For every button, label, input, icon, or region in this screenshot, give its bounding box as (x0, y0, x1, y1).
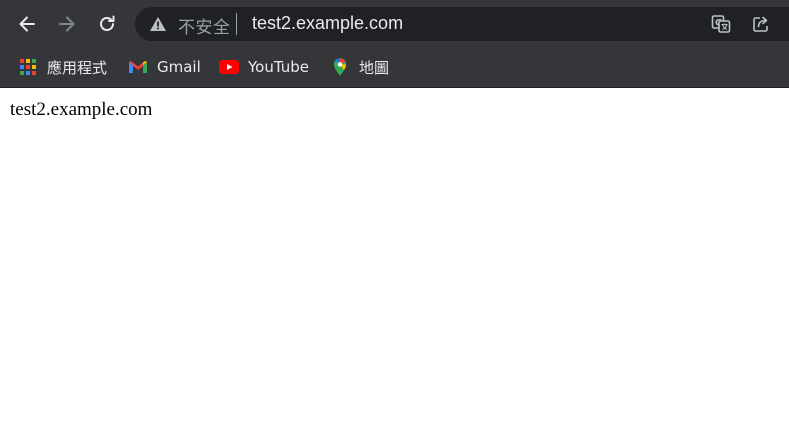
youtube-icon (219, 57, 239, 77)
browser-toolbar: 不安全 test2.example.com G (0, 0, 789, 48)
bookmark-label: 地圖 (359, 58, 390, 77)
bookmark-youtube[interactable]: YouTube (219, 54, 309, 80)
reload-button[interactable] (92, 9, 122, 39)
translate-icon: G (711, 15, 731, 33)
bookmarks-bar: 應用程式 Gmail YouTube 地圖 (0, 48, 789, 88)
translate-button[interactable]: G (711, 14, 731, 34)
bookmark-label: YouTube (248, 58, 309, 76)
address-bar[interactable]: 不安全 test2.example.com G (135, 7, 789, 41)
reload-icon (100, 15, 115, 31)
bookmark-gmail[interactable]: Gmail (128, 54, 201, 80)
share-button[interactable] (751, 14, 771, 34)
warning-icon[interactable] (149, 16, 167, 32)
security-status-text[interactable]: 不安全 (178, 13, 231, 38)
apps-grid-icon (18, 57, 38, 77)
forward-arrow-icon (59, 16, 75, 32)
share-icon (753, 16, 768, 32)
back-button[interactable] (12, 9, 42, 39)
page-body-text: test2.example.com (10, 99, 153, 120)
gmail-icon (128, 57, 148, 77)
bookmark-apps[interactable]: 應用程式 (18, 54, 107, 80)
address-separator (236, 13, 237, 35)
forward-button[interactable] (52, 9, 82, 39)
bookmark-label: Gmail (157, 58, 201, 76)
url-text[interactable]: test2.example.com (252, 13, 403, 34)
bookmark-label: 應用程式 (47, 58, 108, 77)
back-arrow-icon (19, 16, 35, 32)
maps-pin-icon (330, 57, 350, 77)
bookmark-maps[interactable]: 地圖 (330, 54, 389, 80)
